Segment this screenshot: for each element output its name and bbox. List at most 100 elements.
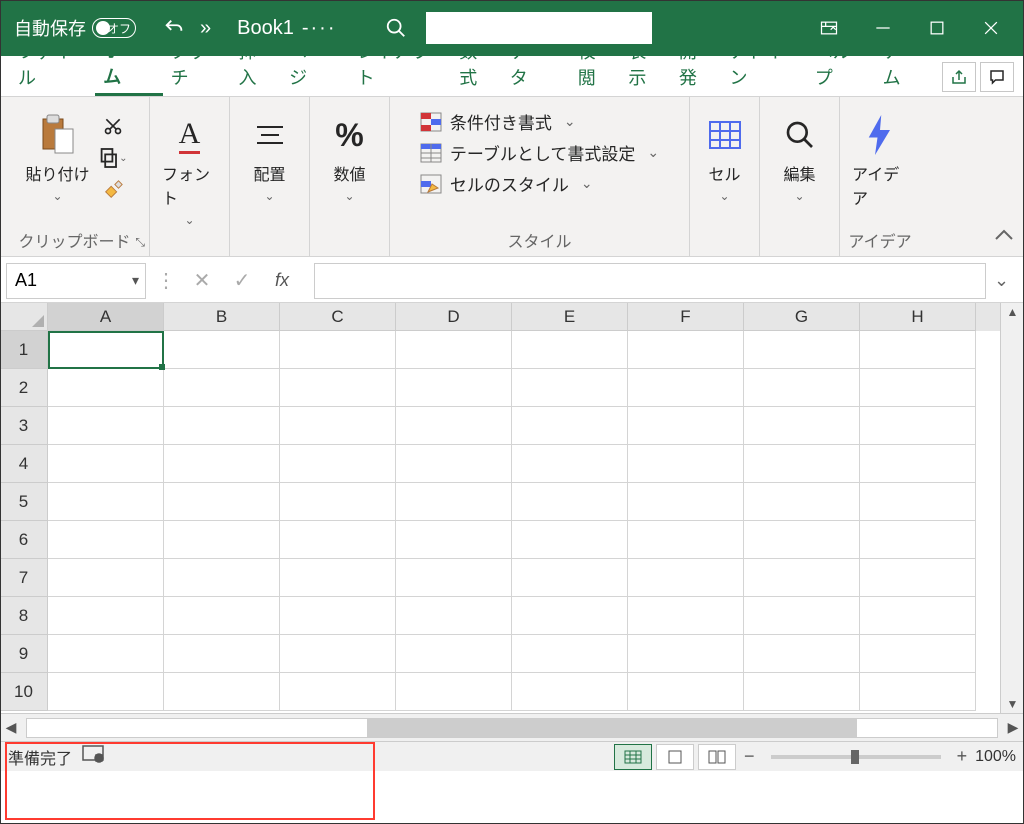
- group-alignment: 配置 ⌄: [230, 97, 310, 256]
- table-icon: [420, 143, 442, 163]
- expand-formula-bar[interactable]: ⌄: [994, 270, 1018, 291]
- enter-button[interactable]: ✓: [222, 263, 262, 299]
- row-header[interactable]: 5: [0, 483, 48, 521]
- scroll-down-icon[interactable]: ▼: [1007, 697, 1019, 711]
- column-header[interactable]: H: [860, 303, 976, 331]
- scroll-right-icon[interactable]: ▶: [1002, 719, 1024, 736]
- row-header[interactable]: 4: [0, 445, 48, 483]
- number-button[interactable]: % 数値 ⌄: [324, 109, 376, 207]
- page-break-view-button[interactable]: [698, 744, 736, 770]
- insert-function-button[interactable]: fx: [262, 263, 302, 299]
- collapse-ribbon-button[interactable]: [994, 229, 1014, 248]
- column-header[interactable]: D: [396, 303, 512, 331]
- paste-icon: [35, 113, 79, 157]
- chevron-down-icon: ⌄: [344, 189, 354, 203]
- minimize-button[interactable]: [856, 0, 910, 56]
- ideas-button[interactable]: アイデア: [848, 109, 912, 213]
- paste-button[interactable]: 貼り付け ⌄: [21, 109, 93, 207]
- alignment-icon: [248, 113, 292, 157]
- cell-styles-button[interactable]: セルのスタイル⌄: [420, 171, 659, 196]
- row-header[interactable]: 3: [0, 407, 48, 445]
- title-bar: 自動保存 オフ » Book1 -···: [0, 0, 1024, 56]
- autosave-toggle[interactable]: 自動保存 オフ: [6, 15, 144, 41]
- row-header[interactable]: 8: [0, 597, 48, 635]
- cell-styles-icon: [420, 174, 442, 194]
- row-header[interactable]: 7: [0, 559, 48, 597]
- toggle-switch[interactable]: オフ: [92, 18, 136, 38]
- cells-area[interactable]: [48, 331, 1024, 713]
- column-header[interactable]: F: [628, 303, 744, 331]
- row-header[interactable]: 9: [0, 635, 48, 673]
- row-header[interactable]: 10: [0, 673, 48, 711]
- copy-button[interactable]: ⌄: [98, 145, 128, 171]
- comments-button[interactable]: [980, 62, 1014, 92]
- format-painter-button[interactable]: [98, 177, 128, 203]
- ribbon-mode-button[interactable]: [802, 0, 856, 56]
- select-all-corner[interactable]: [0, 303, 48, 331]
- macro-record-icon[interactable]: [82, 745, 104, 768]
- group-editing: 編集 ⌄: [760, 97, 840, 256]
- conditional-format-button[interactable]: 条件付き書式⌄: [420, 109, 659, 134]
- column-header[interactable]: B: [164, 303, 280, 331]
- cancel-button[interactable]: ✕: [182, 263, 222, 299]
- percent-icon: %: [328, 113, 372, 157]
- scroll-left-icon[interactable]: ◀: [0, 719, 22, 736]
- font-button[interactable]: A フォント ⌄: [158, 109, 221, 231]
- row-header[interactable]: 2: [0, 369, 48, 407]
- group-clipboard: 貼り付け ⌄ ⌄ クリップボード ⤡: [0, 97, 150, 256]
- status-bar: 準備完了 − + 100%: [0, 741, 1024, 771]
- normal-view-button[interactable]: [614, 744, 652, 770]
- formula-bar: A1 ▾ ⋮ ✕ ✓ fx ⌄: [0, 259, 1024, 303]
- column-header[interactable]: E: [512, 303, 628, 331]
- editing-button[interactable]: 編集 ⌄: [774, 109, 826, 207]
- search-icon[interactable]: [376, 8, 416, 48]
- conditional-format-icon: [420, 112, 442, 132]
- lightning-icon: [858, 113, 902, 157]
- formula-input[interactable]: [314, 263, 986, 299]
- maximize-button[interactable]: [910, 0, 964, 56]
- zoom-in-button[interactable]: +: [953, 746, 972, 767]
- chevron-down-icon: ⌄: [264, 189, 274, 203]
- format-as-table-button[interactable]: テーブルとして書式設定⌄: [420, 140, 659, 165]
- row-header[interactable]: 6: [0, 521, 48, 559]
- page-layout-view-button[interactable]: [656, 744, 694, 770]
- scroll-thumb[interactable]: [367, 719, 857, 737]
- cut-button[interactable]: [98, 113, 128, 139]
- scroll-up-icon[interactable]: ▲: [1007, 305, 1019, 319]
- alignment-button[interactable]: 配置 ⌄: [244, 109, 296, 207]
- name-box[interactable]: A1 ▾: [6, 263, 146, 299]
- document-title[interactable]: Book1 -···: [237, 17, 336, 40]
- group-number: % 数値 ⌄: [310, 97, 390, 256]
- column-header[interactable]: A: [48, 303, 164, 331]
- zoom-level[interactable]: 100%: [975, 748, 1016, 766]
- row-headers: 1 2 3 4 5 6 7 8 9 10: [0, 331, 48, 713]
- chevron-down-icon: ⌄: [52, 189, 62, 203]
- cells-icon: [703, 113, 747, 157]
- zoom-out-button[interactable]: −: [740, 746, 759, 767]
- cells-button[interactable]: セル ⌄: [699, 109, 751, 207]
- share-button[interactable]: [942, 62, 976, 92]
- group-label: クリップボード: [0, 228, 149, 252]
- close-button[interactable]: [964, 0, 1018, 56]
- zoom-slider[interactable]: [771, 755, 941, 759]
- group-ideas: アイデア アイデア: [840, 97, 920, 256]
- search-input[interactable]: [426, 12, 652, 44]
- sheet-tab-bar: ◀ ▶: [0, 713, 1024, 741]
- chevron-down-icon: ⌄: [184, 213, 194, 227]
- drag-handle[interactable]: ⋮: [156, 268, 172, 293]
- dialog-launcher-icon[interactable]: ⤡: [135, 235, 145, 250]
- column-header[interactable]: C: [280, 303, 396, 331]
- group-styles: 条件付き書式⌄ テーブルとして書式設定⌄ セルのスタイル⌄ スタイル: [390, 97, 690, 256]
- undo-button[interactable]: [154, 8, 194, 48]
- row-header[interactable]: 1: [0, 331, 48, 369]
- column-header[interactable]: G: [744, 303, 860, 331]
- quick-access-more[interactable]: »: [200, 17, 211, 40]
- horizontal-scrollbar[interactable]: [26, 718, 998, 738]
- vertical-scrollbar[interactable]: ▲ ▼: [1000, 303, 1024, 713]
- ribbon-tabs: ファイル ホーム タッチ 挿入 ページ レイアウト 数式 データ 校閲 表示 開…: [0, 56, 1024, 97]
- chevron-down-icon[interactable]: ▾: [132, 272, 139, 289]
- column-headers: A B C D E F G H: [0, 303, 1024, 331]
- zoom-thumb[interactable]: [851, 750, 859, 764]
- paste-label: 貼り付け: [25, 161, 89, 185]
- worksheet-grid: A B C D E F G H 1 2 3 4 5 6 7 8 9 10: [0, 303, 1024, 713]
